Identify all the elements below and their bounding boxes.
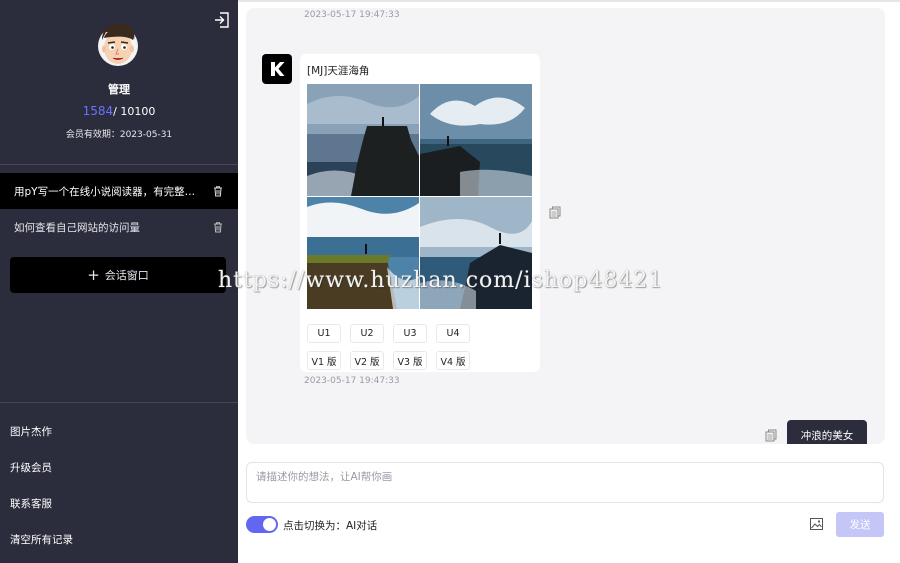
- conversation-item[interactable]: 用pY写一个在线小说阅读器，有完整的代码: [0, 173, 238, 209]
- message-timestamp: 2023-05-17 19:47:33: [304, 376, 400, 386]
- upscale-button-u4[interactable]: U4: [436, 324, 470, 343]
- top-border: [238, 0, 900, 2]
- upscale-button-u1[interactable]: U1: [307, 324, 341, 343]
- membership-expiry: 会员有效期：2023-05-31: [65, 130, 173, 140]
- generated-image-1[interactable]: [307, 84, 419, 196]
- chat-area[interactable]: 2023-05-17 19:47:33 [MJ]天涯海角 U1 U2 U3 U4…: [246, 8, 885, 444]
- copy-icon[interactable]: [549, 206, 561, 219]
- variation-button-v2[interactable]: V2 版: [350, 351, 384, 370]
- image-upload-icon[interactable]: [810, 518, 823, 530]
- mode-toggle-label[interactable]: 点击切换为：AI对话: [283, 518, 377, 533]
- trash-icon[interactable]: [212, 221, 224, 233]
- menu-item-upgrade[interactable]: 升级会员: [10, 460, 52, 475]
- message-caption: [MJ]天涯海角: [307, 65, 370, 77]
- quota-used: 1584: [82, 104, 114, 118]
- logout-icon[interactable]: [213, 11, 231, 29]
- trash-icon[interactable]: [212, 185, 224, 197]
- upscale-button-row: U1 U2 U3 U4: [307, 324, 470, 343]
- sidebar-divider: [0, 164, 238, 165]
- conversation-item[interactable]: 如何查看自己网站的访问量: [0, 209, 238, 245]
- conversation-title: 用pY写一个在线小说阅读器，有完整的代码: [14, 185, 204, 198]
- variation-button-v4[interactable]: V4 版: [436, 351, 470, 370]
- user-message: 冲浪的美女: [787, 420, 867, 444]
- generated-image-4[interactable]: [420, 197, 532, 309]
- user-name: 管理: [108, 83, 130, 96]
- toggle-knob: [263, 518, 276, 531]
- user-avatar: [98, 23, 138, 66]
- mode-toggle[interactable]: [246, 516, 278, 533]
- new-chat-label: 会话窗口: [104, 269, 149, 282]
- variation-button-v1[interactable]: V1 版: [307, 351, 341, 370]
- menu-item-gallery[interactable]: 图片杰作: [10, 424, 52, 439]
- menu-item-clear-history[interactable]: 清空所有记录: [10, 532, 73, 547]
- conversation-title: 如何查看自己网站的访问量: [14, 221, 140, 234]
- quota-display: 1584/ 10100: [0, 104, 238, 118]
- generated-image-2[interactable]: [420, 84, 532, 196]
- plus-icon: +: [87, 265, 100, 284]
- sidebar-divider: [0, 402, 238, 403]
- main-panel: 2023-05-17 19:47:33 [MJ]天涯海角 U1 U2 U3 U4…: [238, 0, 900, 563]
- bot-message: [MJ]天涯海角 U1 U2 U3 U4 V1 版 V2 版 V3 版 V4 版: [300, 54, 540, 372]
- variation-button-v3[interactable]: V3 版: [393, 351, 427, 370]
- image-grid[interactable]: [307, 84, 532, 309]
- send-button[interactable]: 发送: [836, 512, 884, 537]
- prompt-placeholder: 请描述你的想法，让AI帮你画: [256, 471, 393, 483]
- upscale-button-u3[interactable]: U3: [393, 324, 427, 343]
- menu-item-support[interactable]: 联系客服: [10, 496, 52, 511]
- new-chat-button[interactable]: + 会话窗口: [10, 257, 226, 293]
- k-logo-icon: [271, 62, 285, 76]
- bot-avatar: [262, 54, 292, 84]
- upscale-button-u2[interactable]: U2: [350, 324, 384, 343]
- copy-icon[interactable]: [765, 429, 777, 442]
- sidebar: 管理 1584/ 10100 会员有效期：2023-05-31 用pY写一个在线…: [0, 0, 238, 563]
- message-timestamp: 2023-05-17 19:47:33: [304, 10, 400, 20]
- generated-image-3[interactable]: [307, 197, 419, 309]
- variation-button-row: V1 版 V2 版 V3 版 V4 版: [307, 351, 470, 370]
- quota-total: / 10100: [113, 105, 156, 118]
- prompt-input[interactable]: 请描述你的想法，让AI帮你画: [246, 462, 884, 503]
